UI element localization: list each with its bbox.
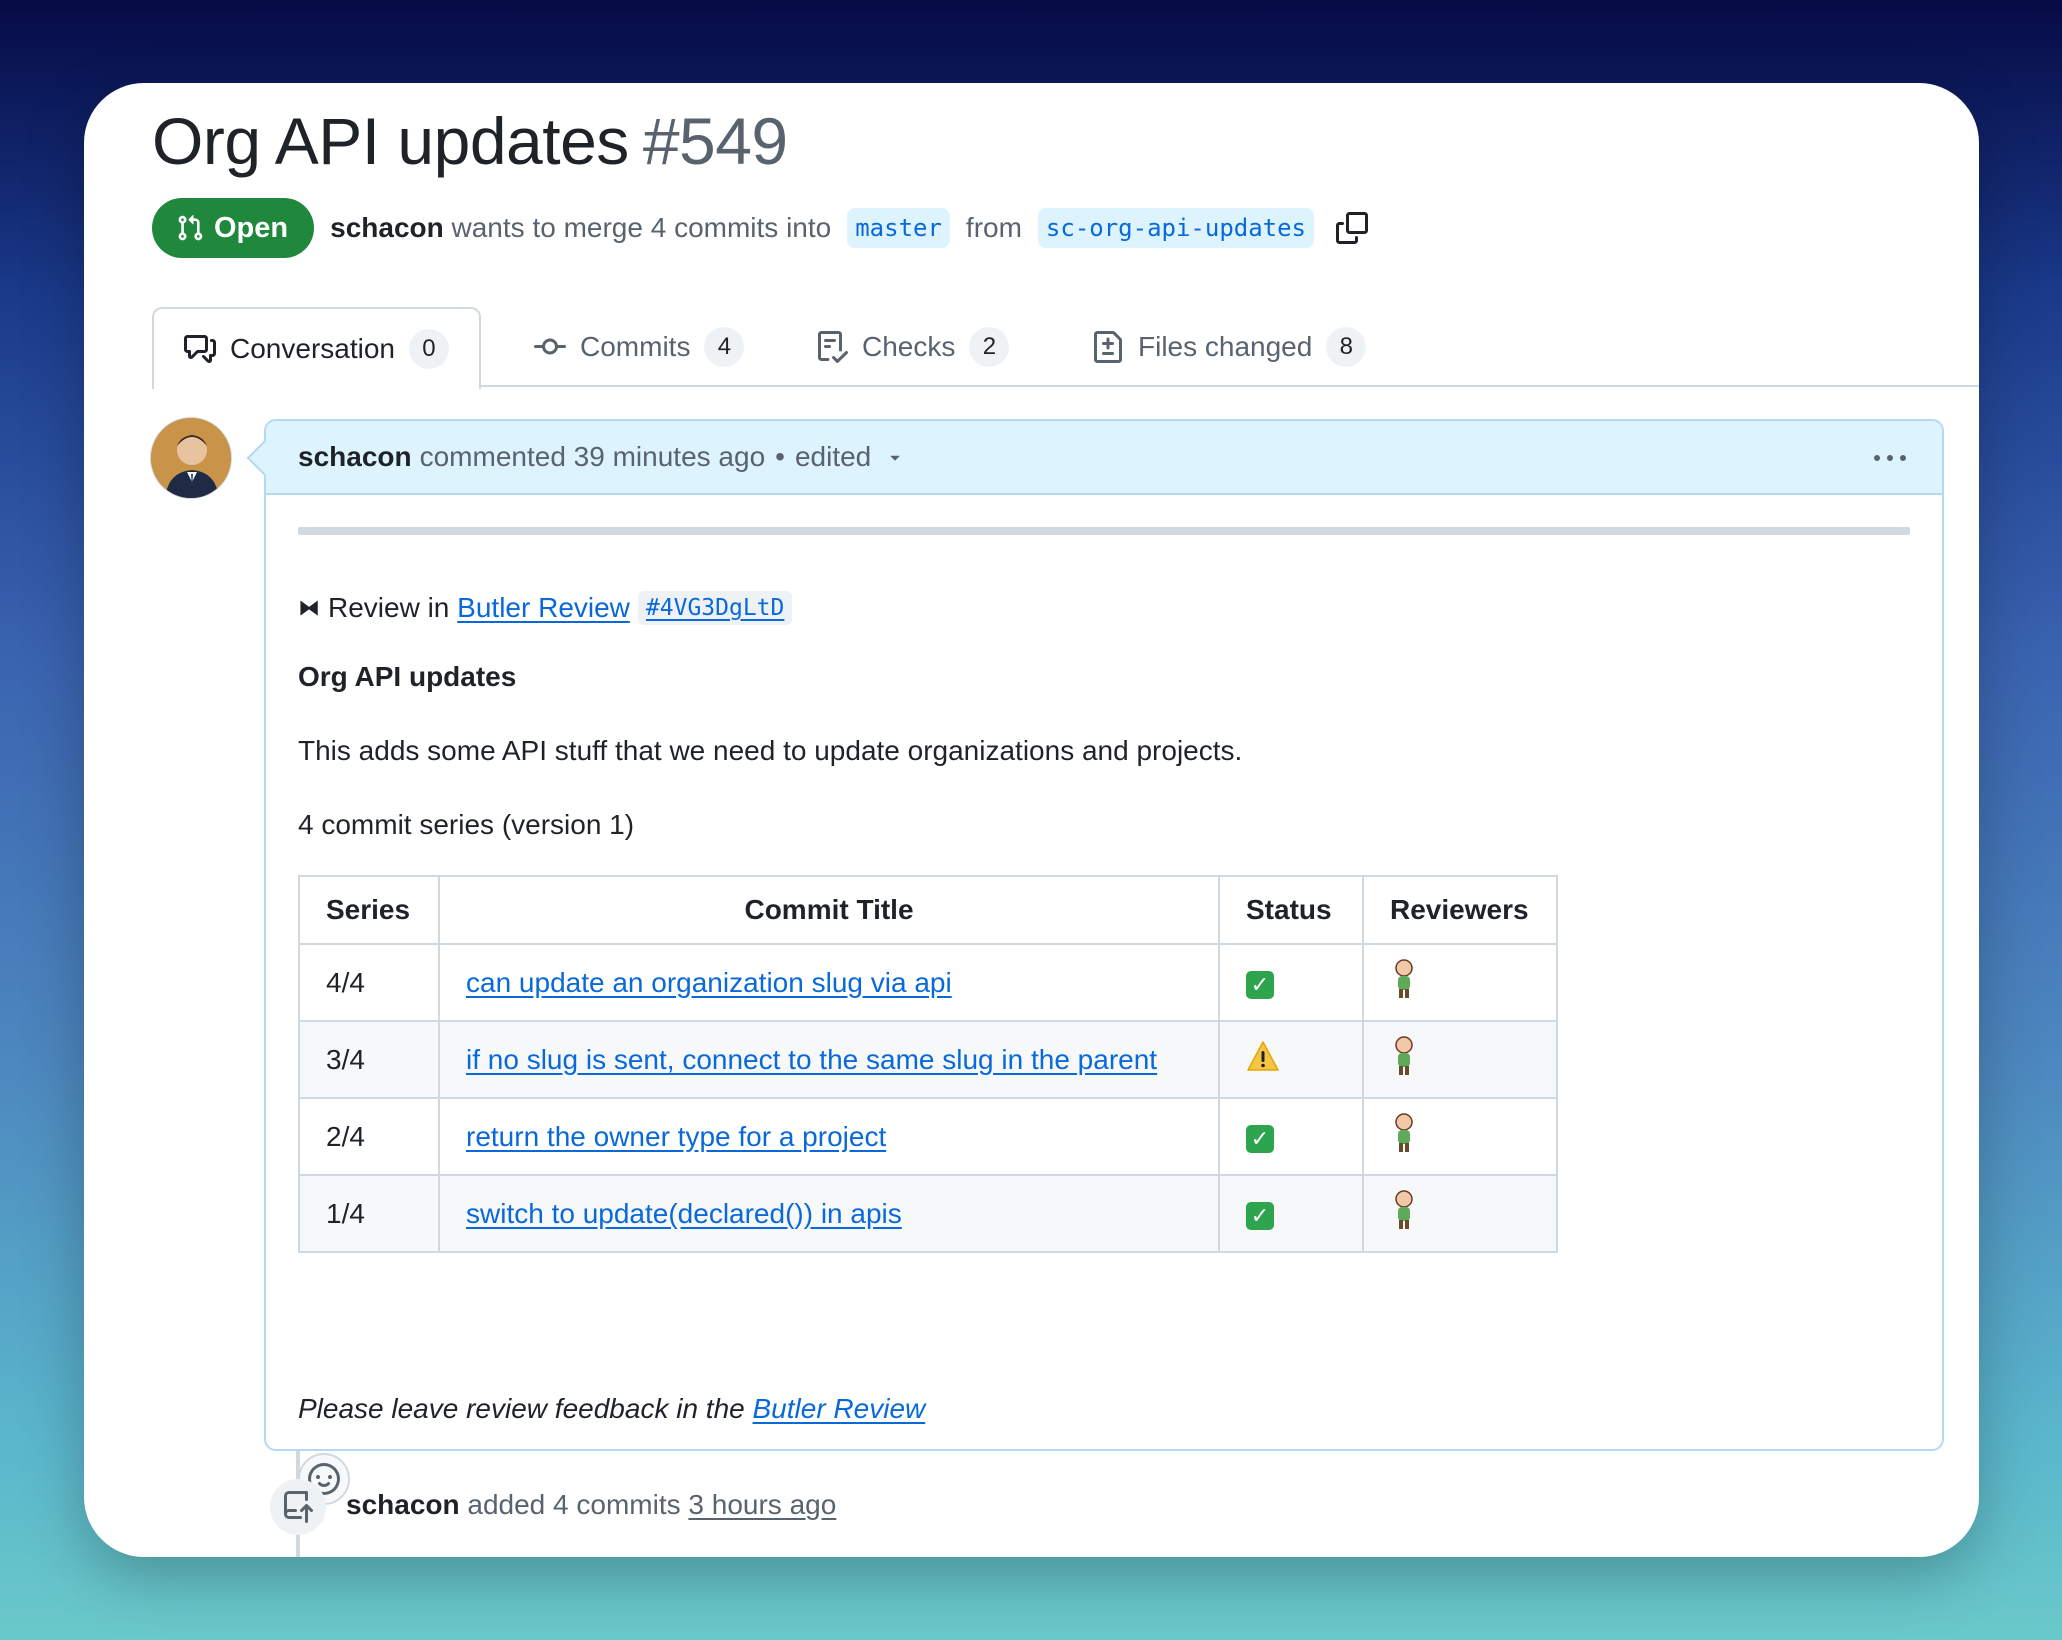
from-text: from <box>965 212 1022 243</box>
review-line: ⧓ Review in Butler Review #4VG3DgLtD <box>298 591 793 625</box>
comment-heading: Org API updates <box>298 661 517 692</box>
warning-icon <box>1247 1041 1279 1071</box>
reviewer-avatar-icon[interactable] <box>1390 1112 1418 1154</box>
base-branch[interactable]: master <box>847 208 950 248</box>
review-prefix: Review in <box>328 592 450 623</box>
commit-title-link[interactable]: return the owner type for a project <box>466 1121 886 1152</box>
table-row: 3/4 if no slug is sent, connect to the s… <box>298 1020 1558 1099</box>
comment-discussion-icon <box>184 335 216 363</box>
commit-title-link[interactable]: if no slug is sent, connect to the same … <box>466 1044 1157 1075</box>
pr-tabs: Conversation 0 Commits 4 Checks 2 Files … <box>152 307 1979 389</box>
pr-meta: Open schacon wants to merge 4 commits in… <box>152 198 1369 258</box>
tab-count: 8 <box>1326 327 1367 367</box>
feedback-prefix: Please leave review feedback in the <box>298 1393 745 1424</box>
bowtie-icon: ⧓ <box>298 595 320 620</box>
tab-count: 0 <box>408 329 449 369</box>
reviewer-avatar-icon[interactable] <box>1390 1189 1418 1231</box>
column-header-commit-title: Commit Title <box>438 875 1220 945</box>
series-cell: 2/4 <box>298 1097 440 1176</box>
pr-number: #549 <box>642 104 788 178</box>
chevron-down-icon[interactable] <box>885 447 905 467</box>
pr-title: Org API updates <box>152 104 629 178</box>
reviewer-avatar-icon[interactable] <box>1390 1035 1418 1077</box>
table-header-row: Series Commit Title Status Reviewers <box>298 875 1558 945</box>
timeline-time-link[interactable]: 3 hours ago <box>688 1489 836 1520</box>
file-diff-icon <box>1094 331 1122 363</box>
git-pull-request-icon <box>178 215 203 241</box>
table-row: 2/4 return the owner type for a project … <box>298 1097 1558 1176</box>
separator-dot: • <box>775 441 785 472</box>
timeline-action: added 4 commits <box>467 1489 681 1520</box>
comment-body: ⧓ Review in Butler Review #4VG3DgLtD Org… <box>298 495 1910 1505</box>
tab-count: 2 <box>969 327 1010 367</box>
tab-checks[interactable]: Checks 2 <box>816 307 1010 387</box>
tab-files-changed[interactable]: Files changed 8 <box>1092 307 1367 387</box>
comment-box: schacon commented 39 minutes ago • edite… <box>264 419 1944 1505</box>
divider <box>298 527 1910 535</box>
tab-label: Commits <box>580 331 691 362</box>
comment-author-link[interactable]: schacon <box>298 441 412 473</box>
commit-title-link[interactable]: switch to update(declared()) in apis <box>466 1198 902 1229</box>
tab-label: Checks <box>862 331 956 362</box>
series-cell: 4/4 <box>298 943 440 1022</box>
page-title: Org API updates #549 <box>152 103 788 179</box>
series-info: 4 commit series (version 1) <box>298 809 635 840</box>
feedback-butler-review-link[interactable]: Butler Review <box>753 1393 926 1424</box>
commit-icon <box>534 338 566 355</box>
check-icon: ✓ <box>1246 1201 1274 1230</box>
tab-label: Files changed <box>1138 331 1313 362</box>
reviewer-avatar-icon[interactable] <box>1390 958 1418 1000</box>
tab-count: 4 <box>704 327 745 367</box>
table-row: 4/4 can update an organization slug via … <box>298 943 1558 1022</box>
comment-meta[interactable]: commented 39 minutes ago <box>420 441 766 473</box>
column-header-reviewers: Reviewers <box>1362 875 1558 945</box>
kebab-horizontal-icon[interactable] <box>1872 443 1908 475</box>
tab-label: Conversation <box>230 333 395 364</box>
comment-header: schacon commented 39 minutes ago • edite… <box>266 421 1942 495</box>
avatar[interactable] <box>150 417 232 499</box>
timeline-event: schacon added 4 commits 3 hours ago <box>346 1489 836 1521</box>
state-label: Open <box>214 211 289 244</box>
butler-review-link[interactable]: Butler Review <box>457 592 630 624</box>
check-icon: ✓ <box>1246 1124 1274 1153</box>
timeline-author-link[interactable]: schacon <box>346 1489 460 1520</box>
column-header-status: Status <box>1218 875 1364 945</box>
series-cell: 3/4 <box>298 1020 440 1099</box>
checklist-icon <box>818 331 848 363</box>
commit-series-table: Series Commit Title Status Reviewers 4/4… <box>298 875 1558 1253</box>
table-row: 1/4 switch to update(declared()) in apis… <box>298 1174 1558 1253</box>
tab-commits[interactable]: Commits 4 <box>534 307 745 387</box>
description: This adds some API stuff that we need to… <box>298 735 1243 766</box>
tab-conversation[interactable]: Conversation 0 <box>152 307 481 389</box>
repo-push-icon <box>270 1479 326 1535</box>
commit-title-link[interactable]: can update an organization slug via api <box>466 967 952 998</box>
review-code-link[interactable]: #4VG3DgLtD <box>637 591 793 625</box>
pr-author-link[interactable]: schacon <box>330 212 444 243</box>
state-badge: Open <box>152 198 315 258</box>
merge-text: wants to merge 4 commits into <box>451 212 832 243</box>
column-header-series: Series <box>298 875 440 945</box>
head-branch[interactable]: sc-org-api-updates <box>1037 208 1315 248</box>
series-cell: 1/4 <box>298 1174 440 1253</box>
check-icon: ✓ <box>1246 970 1274 999</box>
feedback-text: Please leave review feedback in the Butl… <box>298 1393 925 1425</box>
copy-icon[interactable] <box>1336 212 1369 244</box>
edited-dropdown[interactable]: edited <box>795 441 871 473</box>
pull-request-card: Org API updates #549 Open schacon wants t… <box>84 83 1979 1557</box>
